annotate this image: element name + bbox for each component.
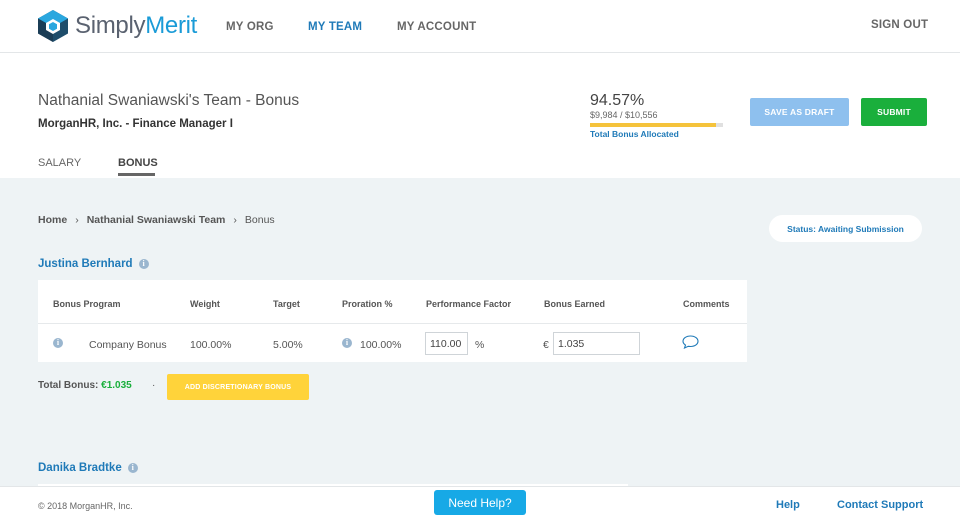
bonus-table: Bonus Program Weight Target Proration % … [38, 280, 747, 362]
need-help-button[interactable]: Need Help? [434, 490, 526, 515]
sign-out-link[interactable]: SIGN OUT [871, 19, 928, 31]
top-nav: SimplyMerit MY ORG MY TEAM MY ACCOUNT SI… [0, 0, 960, 53]
info-icon[interactable]: i [138, 259, 149, 269]
info-icon[interactable]: i [53, 338, 63, 348]
col-proration: Proration % [342, 299, 393, 309]
main-content: Home › Nathanial Swaniawski Team › Bonus… [0, 178, 960, 488]
cell-target: 5.00% [273, 339, 303, 351]
employee-name: Danika Bradtke i [38, 462, 138, 474]
help-link[interactable]: Help [776, 499, 800, 511]
allocation-amounts: $9,984 / $10,556 [590, 110, 658, 120]
save-draft-button[interactable]: SAVE AS DRAFT [750, 98, 849, 126]
employee-name-text: Justina Bernhard [38, 258, 133, 270]
breadcrumb-home[interactable]: Home [38, 214, 67, 226]
tab-salary[interactable]: SALARY [38, 157, 81, 169]
col-weight: Weight [190, 299, 220, 309]
allocation-progress-fill [590, 123, 716, 127]
logo[interactable]: SimplyMerit [37, 9, 197, 43]
cell-proration: 100.00% [360, 339, 402, 351]
allocation-percent: 94.57% [590, 92, 645, 109]
footer: © 2018 MorganHR, Inc. Need Help? Help Co… [0, 486, 960, 521]
col-performance-factor: Performance Factor [426, 299, 512, 309]
info-icon[interactable]: i [342, 338, 352, 348]
col-comments: Comments [683, 299, 730, 309]
breadcrumb: Home › Nathanial Swaniawski Team › Bonus [38, 214, 275, 226]
breadcrumb-separator: › [233, 214, 237, 226]
performance-unit: % [475, 339, 485, 351]
nav-my-account[interactable]: MY ACCOUNT [397, 21, 476, 33]
breadcrumb-current: Bonus [244, 214, 275, 226]
breadcrumb-team[interactable]: Nathanial Swaniawski Team [87, 214, 226, 226]
employee-name-text: Danika Bradtke [38, 462, 122, 474]
bonus-earned-input[interactable] [553, 332, 640, 355]
currency-symbol: € [543, 339, 549, 351]
add-discretionary-bonus-button[interactable]: ADD DISCRETIONARY BONUS [167, 374, 309, 400]
nav-my-team[interactable]: MY TEAM [308, 21, 362, 33]
allocation-label: Total Bonus Allocated [590, 129, 679, 139]
submit-button[interactable]: SUBMIT [861, 98, 927, 126]
page-header: Nathanial Swaniawski's Team - Bonus Morg… [0, 54, 960, 178]
copyright: © 2018 MorganHR, Inc. [38, 501, 133, 511]
tab-active-indicator [118, 173, 155, 176]
page-subtitle: MorganHR, Inc. - Finance Manager I [38, 118, 233, 130]
cell-program: Company Bonus [89, 339, 167, 351]
allocation-progress-bar [590, 123, 723, 127]
contact-support-link[interactable]: Contact Support [837, 499, 923, 511]
breadcrumb-separator: › [75, 214, 79, 226]
performance-factor-input[interactable] [425, 332, 468, 355]
tab-bonus[interactable]: BONUS [118, 157, 158, 169]
table-divider [38, 323, 747, 324]
info-icon[interactable]: i [127, 463, 138, 473]
separator-dot: · [152, 380, 156, 391]
total-bonus: Total Bonus: €1.035 [38, 380, 132, 391]
nav-my-org[interactable]: MY ORG [226, 21, 274, 33]
employee-name: Justina Bernhard i [38, 258, 149, 270]
cell-weight: 100.00% [190, 339, 232, 351]
col-bonus-earned: Bonus Earned [544, 299, 606, 309]
logo-text: SimplyMerit [75, 12, 198, 39]
logo-hexagon-icon [38, 10, 68, 42]
status-badge: Status: Awaiting Submission [769, 215, 922, 242]
total-bonus-label: Total Bonus: [38, 380, 99, 391]
total-bonus-value: €1.035 [101, 380, 132, 391]
speech-bubble-icon[interactable] [682, 335, 699, 349]
page-title: Nathanial Swaniawski's Team - Bonus [38, 92, 300, 109]
col-target: Target [273, 299, 300, 309]
col-bonus-program: Bonus Program [53, 299, 121, 309]
